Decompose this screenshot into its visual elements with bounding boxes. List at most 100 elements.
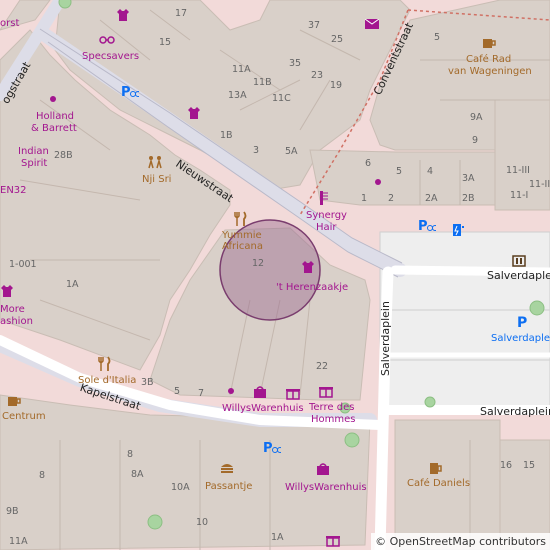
house-number: 22 <box>316 361 329 372</box>
house-number: 37 <box>308 20 321 31</box>
poi-holland-barrett-line2[interactable]: & Barrett <box>31 123 77 134</box>
poi-herenzaakje[interactable]: 't Herenzaakje <box>276 282 348 293</box>
museum-icon[interactable] <box>512 254 526 268</box>
poi-cafe-rad-line2[interactable]: van Wageningen <box>448 66 532 77</box>
house-number: 9 <box>472 135 479 146</box>
charging-station-icon[interactable] <box>452 222 466 238</box>
street-salverdaplein-vertical: Salverdaplein <box>379 301 392 376</box>
poi-nji-sri[interactable]: Nji Sri <box>142 174 171 185</box>
poi-willys-warenhuis-1[interactable]: WillysWarenhuis <box>222 403 304 414</box>
house-number: 28B <box>54 150 73 161</box>
house-number: 23 <box>311 70 324 81</box>
house-number: 10 <box>196 517 209 528</box>
poi-more-line1[interactable]: More <box>0 304 25 315</box>
house-number: 1-001 <box>9 259 37 270</box>
house-number: 8 <box>127 449 134 460</box>
house-number: 15 <box>523 460 536 471</box>
house-number: 1 <box>361 193 368 204</box>
house-number: 1A <box>66 279 79 290</box>
house-number: 16 <box>500 460 513 471</box>
house-number: 5 <box>174 386 181 397</box>
shop-dot-icon[interactable] <box>375 179 381 185</box>
house-number: 8 <box>39 470 46 481</box>
fast-food-icon[interactable] <box>220 462 234 474</box>
svg-text:P: P <box>263 441 273 454</box>
department-store-icon[interactable] <box>253 385 267 399</box>
coffee-icon[interactable] <box>7 394 21 408</box>
house-number: 11-I <box>510 190 529 201</box>
clothes-shop-icon[interactable] <box>0 284 14 298</box>
restaurant-icon[interactable] <box>234 211 248 227</box>
house-number: 12 <box>252 258 265 269</box>
poi-willys-warenhuis-2[interactable]: WillysWarenhuis <box>285 482 367 493</box>
poi-indian-spirit-line1[interactable]: Indian <box>18 146 49 157</box>
house-number: 11-II <box>529 179 550 190</box>
poi-en32[interactable]: EN32 <box>0 185 27 196</box>
house-number: 19 <box>330 80 343 91</box>
poi-terre-line1[interactable]: Terre des <box>309 402 354 413</box>
house-number: 3A <box>462 173 475 184</box>
street-salverdaplein-top: Salverdaplein <box>487 269 550 282</box>
map-view[interactable]: Nieuwstraat Kapelstraat Salverdaplein Sa… <box>0 0 550 550</box>
house-number: 6 <box>365 158 372 169</box>
poi-holland-barrett-line1[interactable]: Holland <box>36 111 74 122</box>
poi-indian-spirit-line2[interactable]: Spirit <box>21 158 47 169</box>
house-number: 2A <box>425 193 438 204</box>
glasses-icon[interactable] <box>99 35 115 45</box>
house-number: 2B <box>462 193 475 204</box>
poi-specsavers[interactable]: Specsavers <box>82 51 139 62</box>
svg-text:P: P <box>121 85 131 98</box>
envelope-icon[interactable] <box>365 19 379 29</box>
poi-yummie-line2[interactable]: Africana <box>222 241 263 252</box>
hairdresser-icon[interactable] <box>318 190 330 206</box>
house-number: 2 <box>388 193 395 204</box>
parking-salverdaplein-label[interactable]: Salverdaplein <box>491 333 550 344</box>
poi-centrum[interactable]: Centrum <box>2 411 46 422</box>
house-number: 17 <box>175 8 188 19</box>
poi-terre-line2[interactable]: Hommes <box>311 414 355 425</box>
department-store-icon[interactable] <box>316 462 330 476</box>
poi-cafe-daniels[interactable]: Café Daniels <box>407 478 470 489</box>
beer-icon[interactable] <box>428 460 442 476</box>
house-number: 1A <box>271 532 284 543</box>
clothes-shop-icon[interactable] <box>116 8 130 22</box>
poi-cafe-rad-line1[interactable]: Café Rad <box>466 54 511 65</box>
shop-dot-icon[interactable] <box>228 388 234 394</box>
poi-more-line2[interactable]: ashion <box>0 316 33 327</box>
house-number: 1B <box>220 130 233 141</box>
poi-passantje[interactable]: Passantje <box>205 481 252 492</box>
house-number: 9B <box>6 506 19 517</box>
house-number: 11B <box>253 77 272 88</box>
shop-dot-icon[interactable] <box>50 96 56 102</box>
clothes-shop-icon[interactable] <box>301 260 315 274</box>
svg-text:P: P <box>418 219 428 232</box>
map-canvas <box>0 0 550 550</box>
poi-orst[interactable]: orst <box>0 18 19 29</box>
bicycle-parking-icon[interactable]: P <box>121 84 139 98</box>
clothes-shop-icon[interactable] <box>187 106 201 120</box>
house-number: 15 <box>159 37 172 48</box>
bicycle-parking-icon[interactable]: P <box>418 218 436 232</box>
gift-icon[interactable] <box>326 533 340 547</box>
parking-salverdaplein-letter[interactable]: P <box>517 316 527 330</box>
bicycle-parking-icon[interactable]: P <box>263 440 281 454</box>
map-attribution[interactable]: © OpenStreetMap contributors <box>371 533 550 550</box>
coffee-icon[interactable] <box>482 36 496 50</box>
house-number: 8A <box>131 469 144 480</box>
house-number: 35 <box>289 58 302 69</box>
poi-yummie-line1[interactable]: Yummie <box>222 230 262 241</box>
house-number: 3 <box>253 145 260 156</box>
poi-sole-italia[interactable]: Sole d'Italia <box>78 375 136 386</box>
house-number: 5 <box>434 32 441 43</box>
gift-icon[interactable] <box>286 386 300 400</box>
restaurant-icon[interactable] <box>98 356 112 372</box>
street-salverdaplein-bottom: Salverdaplein <box>480 405 550 418</box>
people-icon[interactable] <box>147 155 163 169</box>
house-number: 5A <box>285 146 298 157</box>
poi-synergy-line1[interactable]: Synergy <box>306 210 347 221</box>
poi-synergy-line2[interactable]: Hair <box>316 222 337 233</box>
house-number: 11-III <box>506 165 530 176</box>
house-number: 10A <box>171 482 190 493</box>
house-number: 13A <box>228 90 247 101</box>
gift-icon[interactable] <box>319 384 333 398</box>
